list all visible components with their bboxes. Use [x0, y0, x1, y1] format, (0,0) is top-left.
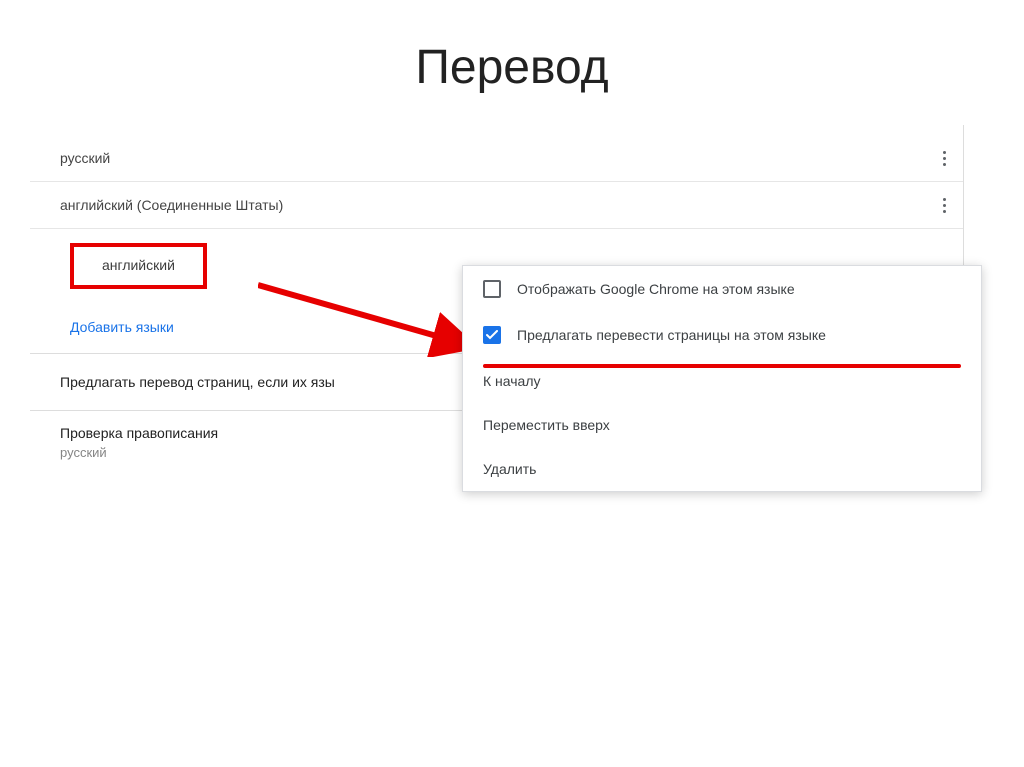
menu-move-up[interactable]: Переместить вверх — [463, 403, 981, 447]
language-row: английский (Соединенные Штаты) — [30, 182, 963, 229]
more-vert-icon[interactable] — [935, 196, 953, 214]
menu-remove[interactable]: Удалить — [463, 447, 981, 491]
menu-label: Удалить — [483, 461, 536, 477]
menu-display-chrome[interactable]: Отображать Google Chrome на этом языке — [463, 266, 981, 312]
highlight-box: английский — [70, 243, 207, 289]
offer-translate-label: Предлагать перевод страниц, если их язы — [60, 374, 335, 390]
underline-annotation — [483, 364, 961, 368]
menu-label: Отображать Google Chrome на этом языке — [517, 281, 795, 297]
language-label: английский (Соединенные Штаты) — [60, 197, 283, 213]
page-title: Перевод — [0, 0, 1024, 125]
language-context-menu: Отображать Google Chrome на этом языке П… — [462, 265, 982, 492]
language-label: русский — [60, 150, 110, 166]
checkbox-checked-icon[interactable] — [483, 326, 501, 344]
more-vert-icon[interactable] — [935, 149, 953, 167]
settings-panel: русский английский (Соединенные Штаты) а… — [30, 125, 964, 480]
menu-label: Переместить вверх — [483, 417, 610, 433]
menu-offer-translate[interactable]: Предлагать перевести страницы на этом яз… — [463, 312, 981, 358]
menu-label: Предлагать перевести страницы на этом яз… — [517, 327, 826, 343]
language-row: русский — [30, 135, 963, 182]
menu-label: К началу — [483, 373, 541, 389]
checkbox-icon[interactable] — [483, 280, 501, 298]
language-label[interactable]: английский — [102, 257, 175, 273]
